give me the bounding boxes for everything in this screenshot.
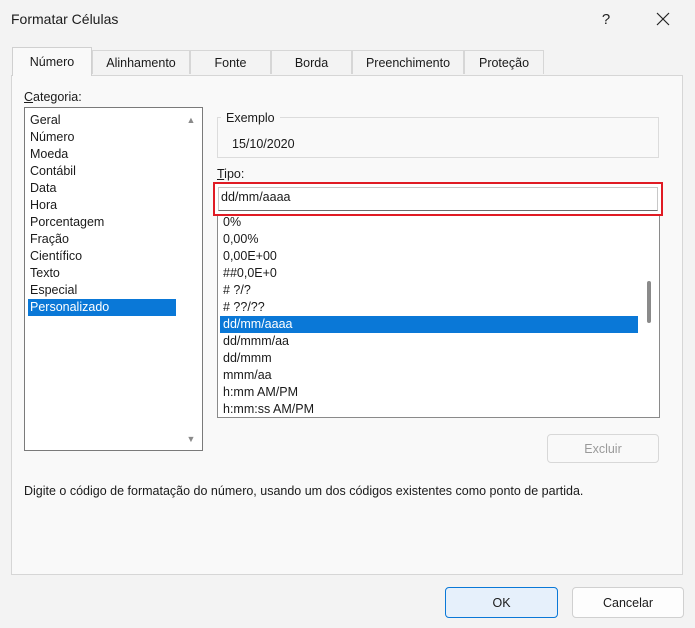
list-item[interactable]: Texto <box>28 265 176 282</box>
cancel-button[interactable]: Cancelar <box>572 587 684 618</box>
tab-protecao[interactable]: Proteção <box>464 50 544 74</box>
list-item-selected[interactable]: dd/mm/aaaa <box>220 316 638 333</box>
list-item[interactable]: Hora <box>28 197 176 214</box>
list-item[interactable]: Científico <box>28 248 176 265</box>
window-title: Formatar Células <box>11 11 119 27</box>
list-item[interactable]: dd/mmm <box>220 350 638 367</box>
list-item[interactable]: Data <box>28 180 176 197</box>
list-item[interactable]: h:mm AM/PM <box>220 384 638 401</box>
list-item[interactable]: # ?/? <box>220 282 638 299</box>
type-input[interactable]: dd/mm/aaaa <box>221 190 290 204</box>
help-button[interactable]: ? <box>583 3 629 35</box>
list-item[interactable]: h:mm:ss AM/PM <box>220 401 638 418</box>
example-label: Exemplo <box>226 111 275 125</box>
format-list-scrollbar[interactable] <box>647 281 651 323</box>
type-label: Tipo: <box>217 167 245 181</box>
tab-alinhamento[interactable]: Alinhamento <box>92 50 190 74</box>
list-item[interactable]: Moeda <box>28 146 176 163</box>
category-label: Categoria: <box>24 90 82 104</box>
scroll-down-arrow-icon[interactable]: ▼ <box>184 432 198 446</box>
close-button[interactable] <box>640 3 686 35</box>
format-list[interactable]: 0% 0,00% 0,00E+00 ##0,0E+0 # ?/? # ??/??… <box>217 214 660 418</box>
list-item[interactable]: Contábil <box>28 163 176 180</box>
example-value: 15/10/2020 <box>232 137 295 151</box>
delete-button[interactable]: Excluir <box>547 434 659 463</box>
list-item[interactable]: Número <box>28 129 176 146</box>
list-item[interactable]: Geral <box>28 112 176 129</box>
list-item[interactable]: mmm/aa <box>220 367 638 384</box>
type-input-highlight[interactable]: dd/mm/aaaa <box>213 182 663 216</box>
list-item[interactable]: 0% <box>220 214 638 231</box>
hint-text: Digite o código de formatação do número,… <box>24 484 584 498</box>
list-item[interactable]: 0,00E+00 <box>220 248 638 265</box>
list-item[interactable]: # ??/?? <box>220 299 638 316</box>
list-item[interactable]: ##0,0E+0 <box>220 265 638 282</box>
title-bar: Formatar Células ? <box>0 0 695 38</box>
scroll-up-arrow-icon[interactable]: ▲ <box>184 113 198 127</box>
list-item[interactable]: 0,00% <box>220 231 638 248</box>
help-icon: ? <box>601 10 611 28</box>
list-item-selected[interactable]: Personalizado <box>28 299 176 316</box>
list-item[interactable]: Porcentagem <box>28 214 176 231</box>
list-item[interactable]: Fração <box>28 231 176 248</box>
ok-button[interactable]: OK <box>445 587 558 618</box>
list-item[interactable]: dd/mmm/aa <box>220 333 638 350</box>
tab-borda[interactable]: Borda <box>271 50 352 74</box>
tab-preenchimento[interactable]: Preenchimento <box>352 50 464 74</box>
tab-fonte[interactable]: Fonte <box>190 50 271 74</box>
list-item[interactable]: Especial <box>28 282 176 299</box>
tab-numero[interactable]: Número <box>12 47 92 76</box>
close-icon <box>656 12 670 26</box>
category-list[interactable]: Geral Número Moeda Contábil Data Hora Po… <box>24 107 203 451</box>
